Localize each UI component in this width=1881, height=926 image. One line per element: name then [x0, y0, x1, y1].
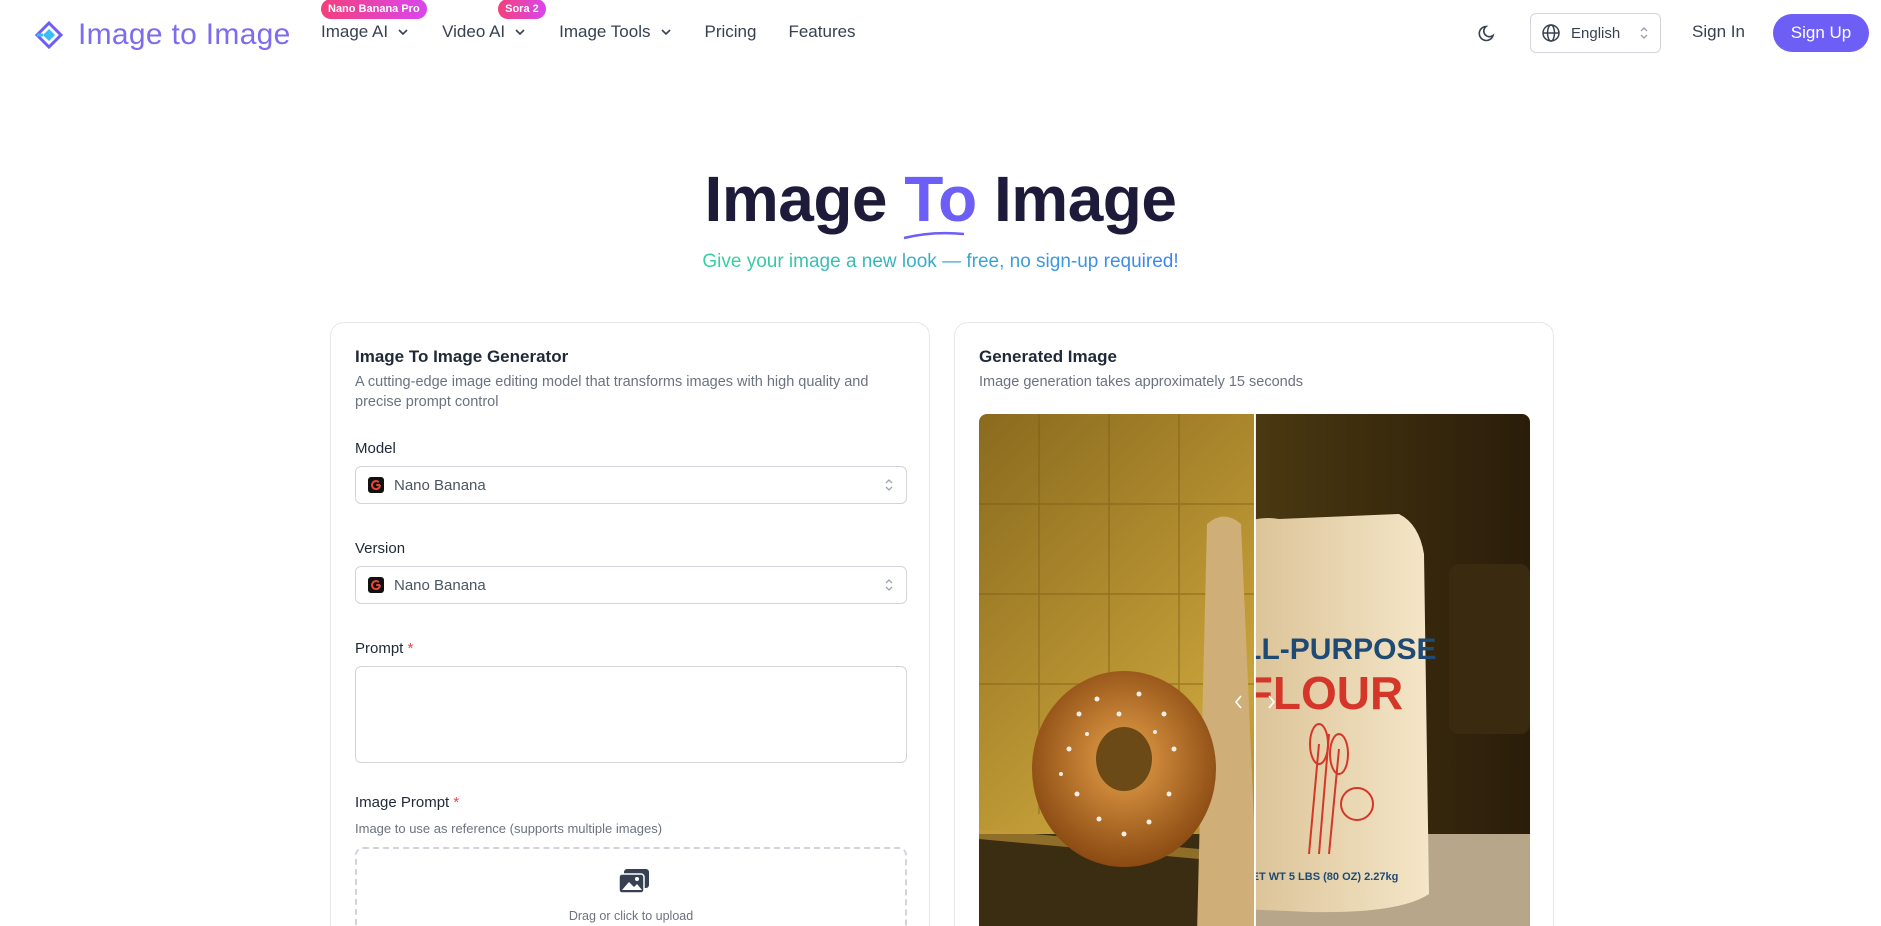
chevron-down-icon: [515, 29, 525, 36]
top-header: Image to Image Nano Banana Pro Image AI …: [0, 0, 1881, 66]
version-label: Version: [355, 540, 406, 557]
output-title: Generated Image: [979, 347, 1117, 366]
generator-description: A cutting-edge image editing model that …: [355, 374, 869, 410]
logo-icon: [34, 20, 64, 50]
bag-label-line-2: FLOUR: [1245, 667, 1403, 719]
nav-pricing[interactable]: Pricing: [705, 22, 757, 42]
chevron-down-icon: [398, 29, 408, 36]
globe-icon: [1542, 24, 1560, 42]
title-part-1: Image: [704, 163, 905, 235]
before-after-comparison[interactable]: ALL-PURPOSE FLOUR NET WT 5 LBS (80 OZ) 2…: [979, 414, 1530, 926]
title-accent: To: [903, 163, 977, 240]
moon-icon: [1478, 25, 1495, 42]
nav-features[interactable]: Features: [788, 22, 855, 42]
language-value: English: [1571, 24, 1621, 42]
google-icon: [368, 577, 384, 593]
generator-title: Image To Image Generator: [355, 347, 569, 366]
prompt-label-text: Prompt: [355, 640, 404, 657]
sign-up-button[interactable]: Sign Up: [1773, 14, 1869, 52]
subtitle-text: Give your image a new look — free, no si…: [702, 251, 1179, 272]
comparison-image: ALL-PURPOSE FLOUR NET WT 5 LBS (80 OZ) 2…: [979, 414, 1530, 926]
upload-text: Drag or click to upload: [568, 909, 694, 923]
title-part-2: Image: [976, 163, 1177, 235]
google-icon: [368, 477, 384, 493]
logo[interactable]: Image to Image: [34, 18, 291, 52]
title-accent-text: To: [904, 163, 977, 235]
logo-text: Image to Image: [78, 18, 291, 51]
image-prompt-hint: Image to use as reference (supports mult…: [355, 821, 663, 836]
prompt-textarea[interactable]: [355, 666, 907, 763]
version-select[interactable]: Nano Banana: [355, 566, 907, 604]
nav-label: Image AI: [321, 22, 389, 41]
chevrons-up-down-icon: [1640, 27, 1648, 39]
nav-label: Video AI: [442, 22, 506, 41]
nav-label: Features: [788, 22, 856, 41]
theme-toggle-button[interactable]: [1475, 20, 1501, 46]
image-prompt-label: Image Prompt *: [355, 794, 459, 811]
page-subtitle: Give your image a new look — free, no si…: [0, 251, 1881, 273]
nav-image-ai[interactable]: Nano Banana Pro Image AI: [321, 0, 427, 42]
required-asterisk: *: [407, 640, 414, 657]
comparison-divider[interactable]: [1254, 414, 1256, 926]
nav-label: Image Tools: [559, 22, 651, 41]
main-nav: Nano Banana Pro Image AI Sora 2 Video AI…: [321, 0, 888, 42]
output-description: Image generation takes approximately 15 …: [979, 374, 1304, 390]
image-prompt-label-text: Image Prompt: [355, 794, 450, 811]
page-title: Image To Image: [0, 162, 1881, 240]
model-label: Model: [355, 440, 396, 457]
generator-card: Image To Image Generator A cutting-edge …: [330, 322, 930, 926]
nav-video-ai[interactable]: Sora 2 Video AI: [442, 0, 546, 42]
sign-in-link[interactable]: Sign In: [1692, 22, 1745, 42]
language-select[interactable]: English: [1530, 13, 1661, 53]
chevrons-up-down-icon: [885, 579, 893, 591]
output-card: Generated Image Image generation takes a…: [954, 322, 1554, 926]
image-upload-dropzone[interactable]: Drag or click to upload: [355, 847, 907, 926]
required-asterisk: *: [453, 794, 460, 811]
nav-badge-nano-banana-pro: Nano Banana Pro: [321, 0, 427, 19]
bag-label-line-3: NET WT 5 LBS (80 OZ) 2.27kg: [1244, 871, 1399, 883]
chevron-down-icon: [660, 29, 671, 36]
chevrons-up-down-icon: [885, 479, 893, 491]
title-swoosh-decoration: [903, 231, 965, 240]
nav-badge-sora-2: Sora 2: [498, 0, 546, 19]
nav-image-tools[interactable]: Image Tools: [559, 22, 672, 42]
nav-label: Pricing: [704, 22, 757, 41]
model-value: Nano Banana: [394, 476, 486, 494]
prompt-label: Prompt *: [355, 640, 413, 657]
model-select[interactable]: Nano Banana: [355, 466, 907, 504]
images-icon: [618, 869, 649, 894]
version-value: Nano Banana: [394, 576, 486, 594]
